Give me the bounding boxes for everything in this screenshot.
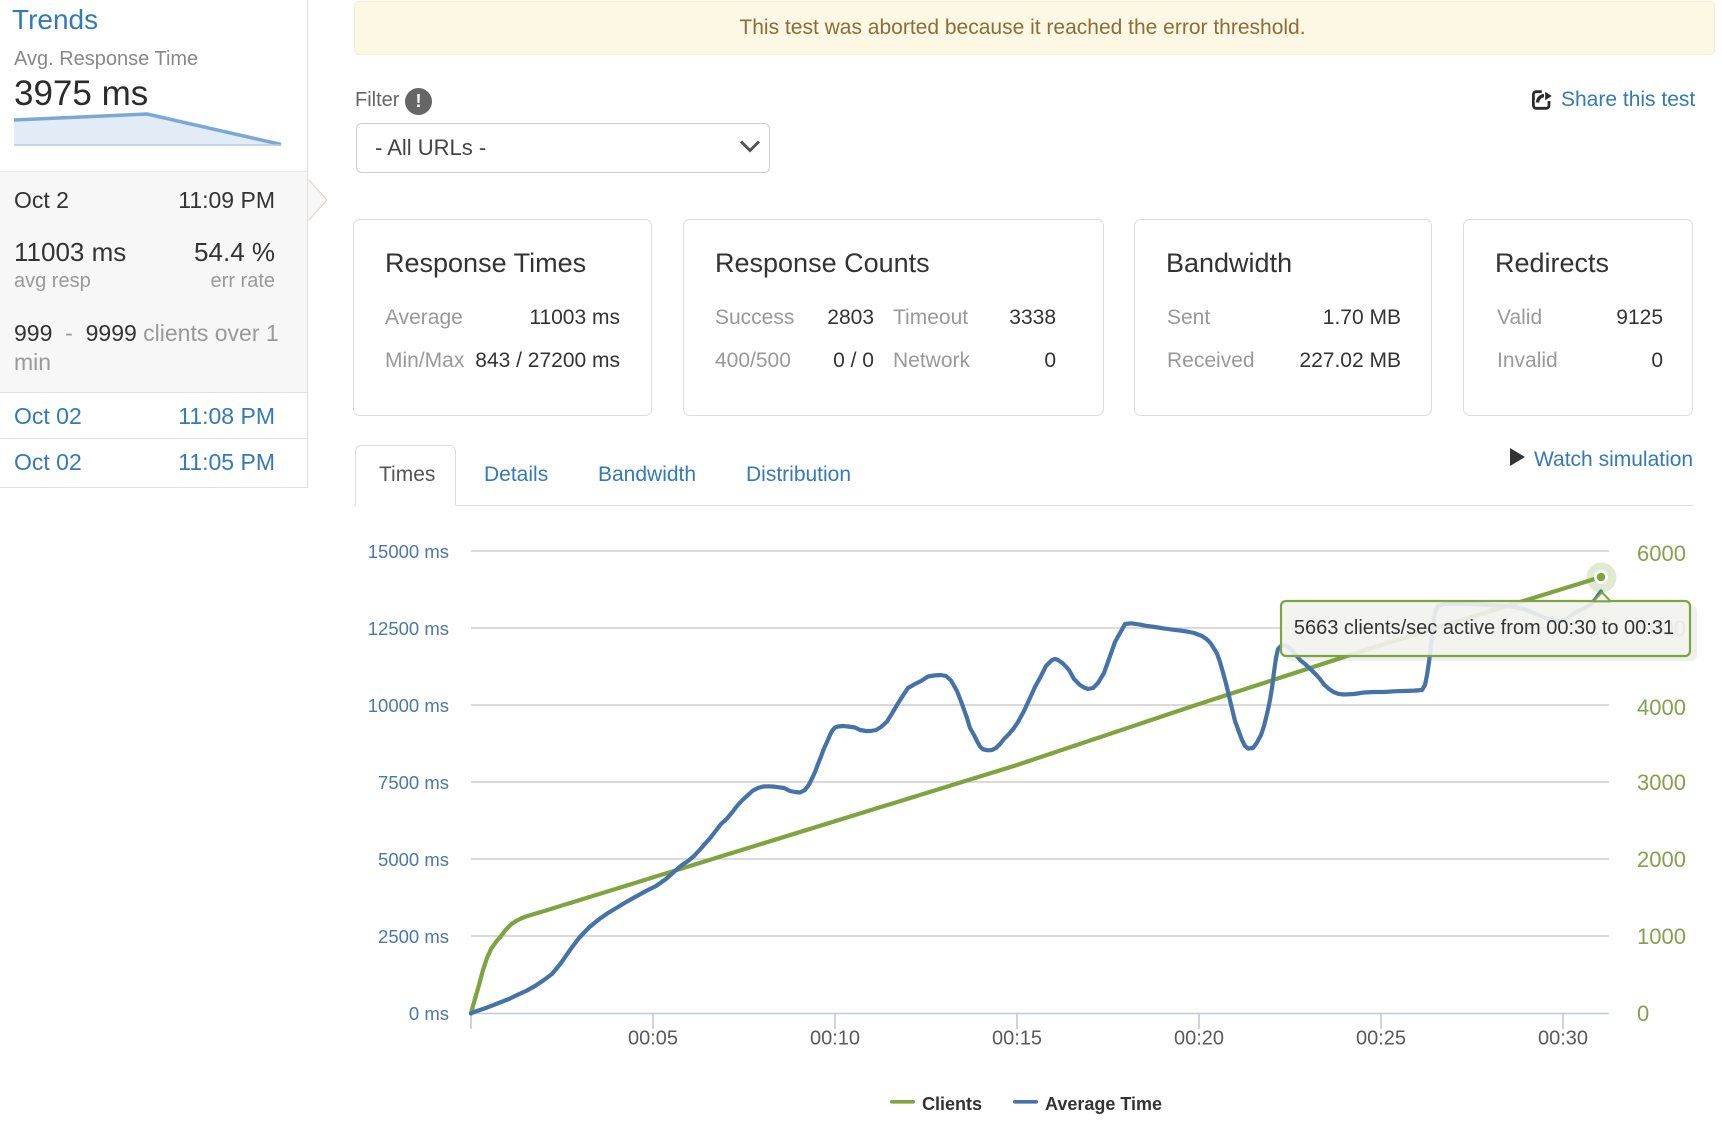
svg-text:Clients: Clients <box>922 1094 982 1114</box>
svg-text:5663 clients/sec active from 0: 5663 clients/sec active from 00:30 to 00… <box>1294 617 1674 639</box>
svg-text:00:15: 00:15 <box>992 1028 1042 1050</box>
svg-text:10000 ms: 10000 ms <box>368 695 449 716</box>
svg-text:2500 ms: 2500 ms <box>378 926 449 947</box>
svg-text:0 ms: 0 ms <box>409 1003 449 1024</box>
svg-text:7500 ms: 7500 ms <box>378 772 449 793</box>
svg-text:1000: 1000 <box>1637 924 1686 949</box>
svg-text:00:30: 00:30 <box>1538 1028 1588 1050</box>
svg-text:12500 ms: 12500 ms <box>368 618 449 639</box>
svg-text:00:05: 00:05 <box>628 1028 678 1050</box>
svg-text:15000 ms: 15000 ms <box>368 541 449 562</box>
svg-text:2000: 2000 <box>1637 847 1686 872</box>
svg-text:0: 0 <box>1637 1001 1649 1026</box>
svg-text:6000: 6000 <box>1637 541 1686 566</box>
svg-text:00:10: 00:10 <box>810 1028 860 1050</box>
svg-text:00:20: 00:20 <box>1174 1028 1224 1050</box>
svg-text:3000: 3000 <box>1637 770 1686 795</box>
svg-text:5000 ms: 5000 ms <box>378 849 449 870</box>
svg-text:4000: 4000 <box>1637 695 1686 720</box>
svg-text:00:25: 00:25 <box>1356 1028 1406 1050</box>
svg-text:Average Time: Average Time <box>1045 1094 1162 1114</box>
